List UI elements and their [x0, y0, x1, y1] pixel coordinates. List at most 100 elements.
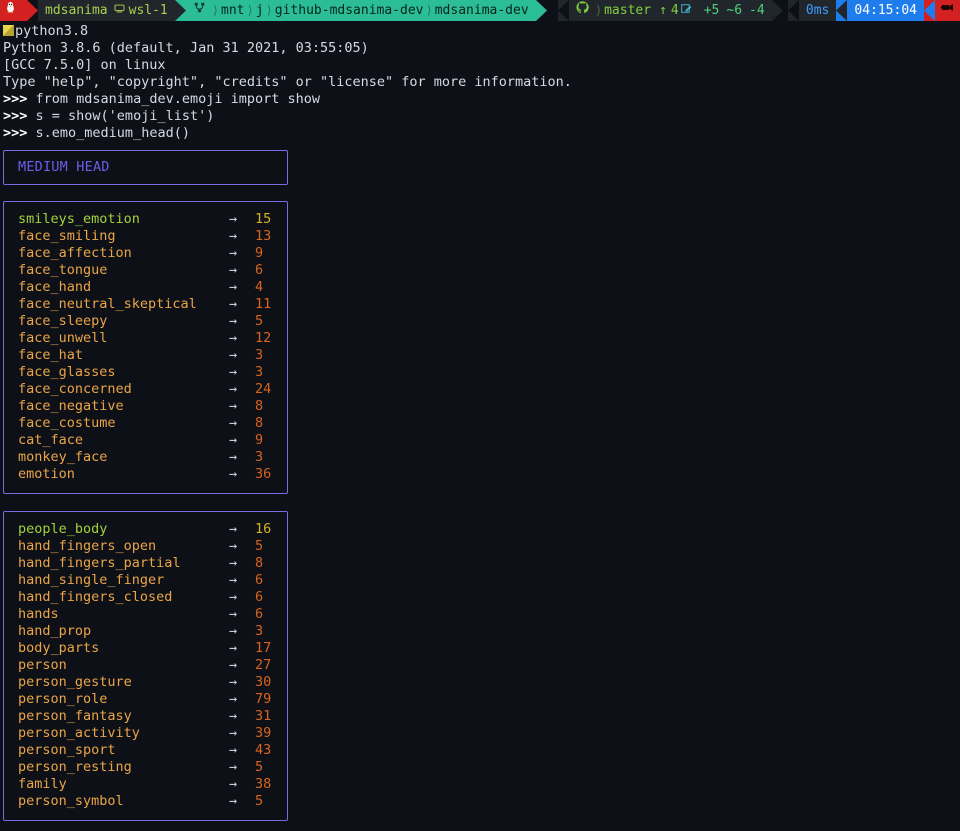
- path-separator-3: ⟩: [425, 3, 433, 17]
- row-value: 6: [255, 589, 264, 605]
- row-value: 6: [255, 572, 264, 588]
- table-row: hand_prop → 3: [4, 623, 287, 640]
- people-body-table: people_body → 16 hand_fingers_open → 5 hand_fi…: [3, 511, 288, 821]
- row-label: hand_single_finger: [18, 572, 165, 588]
- row-label: person_resting: [18, 759, 132, 775]
- row-value: 43: [255, 742, 272, 758]
- row-label: person_symbol: [18, 793, 124, 809]
- repl-prompt-0: >>>: [3, 91, 28, 107]
- repl-input-0: from mdsanima_dev.emoji import show: [35, 91, 321, 107]
- branch-icon: [193, 0, 210, 21]
- row-label: body_parts: [18, 640, 100, 656]
- row-label: person_role: [18, 691, 108, 707]
- arrow-right-icon: →: [229, 211, 238, 227]
- arrow-right-icon: →: [229, 538, 238, 554]
- row-label: face_neutral_skeptical: [18, 296, 197, 312]
- table-row: face_concerned → 24: [4, 381, 287, 398]
- table-row: face_affection → 9: [4, 245, 287, 262]
- row-value: 16: [255, 521, 272, 537]
- row-label: cat_face: [18, 432, 84, 448]
- row-value: 8: [255, 555, 264, 571]
- row-value: 38: [255, 776, 272, 792]
- row-value: 9: [255, 245, 264, 261]
- row-label: face_hand: [18, 279, 92, 295]
- arrow-right-icon: →: [229, 640, 238, 656]
- table-row: hand_fingers_closed → 6: [4, 589, 287, 606]
- arrow-right-icon: →: [229, 245, 238, 261]
- row-value: 4: [255, 279, 264, 295]
- table-row: face_glasses → 3: [4, 364, 287, 381]
- powerline-prompt-bar: mdsanima wsl-1 ⟩ mnt ⟩ j ⟩ github-mdsani…: [0, 0, 960, 21]
- git-deleted-count: -4: [749, 3, 765, 18]
- table-row: face_hand → 4: [4, 279, 287, 296]
- arrow-right-icon: →: [229, 364, 238, 380]
- host-name: wsl-1: [128, 3, 168, 18]
- path-segment-2: github-mdsanima-dev: [274, 3, 424, 18]
- path-segment-3: mdsanima-dev: [434, 3, 529, 18]
- arrow-right-icon: →: [229, 330, 238, 346]
- python-icon: [3, 25, 14, 36]
- clock-segment: 04:15:04: [847, 0, 924, 21]
- row-label: person_fantasy: [18, 708, 132, 724]
- arrow-right-icon: →: [229, 313, 238, 329]
- path-separator-1: ⟩: [246, 3, 254, 17]
- table-row: hand_fingers_open → 5: [4, 538, 287, 555]
- arrow-right-icon: →: [229, 555, 238, 571]
- row-label: hand_prop: [18, 623, 92, 639]
- path-segment-1: j: [255, 3, 264, 18]
- row-label: family: [18, 776, 67, 792]
- row-label: face_affection: [18, 245, 132, 261]
- row-value: 39: [255, 725, 272, 741]
- separator-bg-git: [557, 0, 569, 21]
- table-row: cat_face → 9: [4, 432, 287, 449]
- arrow-right-icon: →: [229, 415, 238, 431]
- table-row: monkey_face → 3: [4, 449, 287, 466]
- arrow-right-icon: →: [229, 572, 238, 588]
- row-label: hands: [18, 606, 59, 622]
- row-value: 11: [255, 296, 272, 312]
- row-value: 12: [255, 330, 272, 346]
- table-row: face_unwell → 12: [4, 330, 287, 347]
- repl-prompt-1: >>>: [3, 108, 28, 124]
- row-value: 3: [255, 347, 264, 363]
- duration-value: 0ms: [805, 3, 830, 18]
- medium-head-title: MEDIUM HEAD: [18, 159, 110, 175]
- arrow-right-icon: →: [229, 228, 238, 244]
- row-value: 6: [255, 262, 264, 278]
- smileys-emotion-table: smileys_emotion → 15 face_smiling → 13 face_af…: [3, 201, 288, 494]
- table-row: person_gesture → 30: [4, 674, 287, 691]
- row-value: 8: [255, 398, 264, 414]
- table-row: person_fantasy → 31: [4, 708, 287, 725]
- row-label: face_sleepy: [18, 313, 108, 329]
- row-label: hand_fingers_partial: [18, 555, 181, 571]
- git-segment: ⟩ master ↑ 4 +5 ~6 -4: [568, 0, 772, 21]
- terminal-output: python3.8 Python 3.8.6 (default, Jan 31 …: [0, 21, 960, 142]
- row-label: face_unwell: [18, 330, 108, 346]
- arrow-right-icon: →: [229, 347, 238, 363]
- row-value: 8: [255, 415, 264, 431]
- battery-segment: [935, 0, 960, 21]
- table-row: person_activity → 39: [4, 725, 287, 742]
- arrow-right-icon: →: [229, 262, 238, 278]
- penguin-icon: [4, 0, 21, 21]
- arrow-right-icon: →: [229, 589, 238, 605]
- separator-bg-duration: [787, 0, 799, 21]
- separator-red-dark: [27, 0, 38, 21]
- arrow-right-icon: →: [229, 279, 238, 295]
- table-row: face_neutral_skeptical → 11: [4, 296, 287, 313]
- row-label: monkey_face: [18, 449, 108, 465]
- arrow-right-icon: →: [229, 793, 238, 809]
- separator-dark-teal: [174, 0, 186, 21]
- row-value: 13: [255, 228, 272, 244]
- row-label: face_glasses: [18, 364, 116, 380]
- row-label: person_sport: [18, 742, 116, 758]
- row-value: 5: [255, 759, 264, 775]
- table-row: hand_single_finger → 6: [4, 572, 287, 589]
- row-value: 79: [255, 691, 272, 707]
- arrow-right-icon: →: [229, 432, 238, 448]
- arrow-right-icon: →: [229, 606, 238, 622]
- row-label: person_gesture: [18, 674, 132, 690]
- command-text: python3.8: [15, 23, 89, 39]
- separator-teal-dark: [535, 0, 547, 21]
- row-value: 24: [255, 381, 272, 397]
